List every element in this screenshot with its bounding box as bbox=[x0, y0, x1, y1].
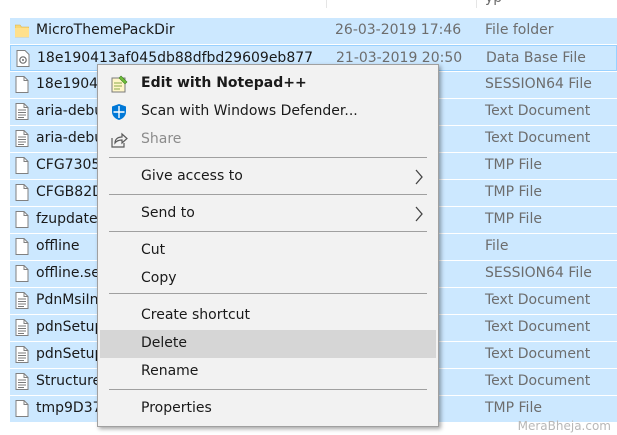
file-icon bbox=[15, 238, 29, 255]
folder-icon bbox=[14, 22, 30, 39]
file-name: tmp9D37 bbox=[36, 400, 102, 416]
database-file-icon bbox=[16, 50, 30, 67]
file-type: TMP File bbox=[485, 400, 542, 416]
menu-item-cut[interactable]: Cut bbox=[100, 237, 436, 265]
menu-item-give-access-to[interactable]: Give access to bbox=[100, 163, 436, 191]
type-header-partial: yp bbox=[485, 0, 502, 6]
menu-separator bbox=[109, 231, 427, 232]
file-name: offline.se bbox=[36, 265, 100, 281]
file-type: SESSION64 File bbox=[485, 76, 592, 92]
menu-item-send-to[interactable]: Send to bbox=[100, 200, 436, 228]
file-name: CFG7305. bbox=[36, 157, 105, 173]
watermark: MeraBheja.com bbox=[517, 419, 611, 433]
file-icon bbox=[15, 265, 29, 282]
file-name: PdnMsiIns bbox=[36, 292, 106, 308]
file-type: Text Document bbox=[485, 319, 591, 335]
file-type: File folder bbox=[485, 22, 554, 38]
file-type: TMP File bbox=[485, 184, 542, 200]
file-name: pdnSetup bbox=[36, 346, 104, 362]
file-icon bbox=[15, 184, 29, 201]
windows-defender-icon bbox=[110, 103, 128, 121]
text-document-icon bbox=[15, 103, 29, 120]
file-row[interactable]: MicroThemePackDir 26-03-2019 17:46 File fo… bbox=[10, 18, 617, 44]
menu-item-label: Properties bbox=[141, 400, 212, 416]
file-icon bbox=[15, 76, 29, 93]
column-divider bbox=[476, 0, 477, 8]
menu-separator bbox=[109, 194, 427, 195]
menu-item-label: Edit with Notepad++ bbox=[141, 75, 307, 91]
file-type: Text Document bbox=[485, 373, 591, 389]
menu-item-label: Give access to bbox=[141, 168, 243, 184]
column-divider bbox=[326, 0, 327, 8]
file-name: offline bbox=[36, 238, 80, 254]
menu-item-delete[interactable]: Delete bbox=[100, 330, 436, 358]
file-name: pdnSetup bbox=[36, 319, 104, 335]
file-name: CFGB82D bbox=[36, 184, 103, 200]
file-name: fzupdate_ bbox=[36, 211, 105, 227]
menu-item-edit-with-notepad[interactable]: Edit with Notepad++ bbox=[100, 70, 436, 98]
context-menu: Edit with Notepad++ Scan with Windows Def… bbox=[97, 64, 439, 427]
menu-item-create-shortcut[interactable]: Create shortcut bbox=[100, 302, 436, 330]
file-type: Text Document bbox=[485, 103, 591, 119]
menu-item-share[interactable]: Share bbox=[100, 126, 436, 154]
menu-separator bbox=[109, 389, 427, 390]
menu-item-label: Create shortcut bbox=[141, 307, 251, 323]
notepad-plus-plus-icon bbox=[110, 75, 128, 93]
file-type: Data Base File bbox=[486, 50, 586, 66]
menu-item-label: Cut bbox=[141, 242, 166, 258]
text-document-icon bbox=[15, 130, 29, 147]
chevron-right-icon bbox=[414, 169, 424, 185]
file-name: aria-debu bbox=[36, 130, 104, 146]
menu-item-label: Delete bbox=[141, 335, 187, 351]
text-document-icon bbox=[15, 292, 29, 309]
file-date-modified: 26-03-2019 17:46 bbox=[335, 22, 462, 38]
file-type: Text Document bbox=[485, 130, 591, 146]
text-document-icon bbox=[15, 319, 29, 336]
file-name: Structure bbox=[36, 373, 102, 389]
share-icon bbox=[110, 131, 128, 149]
menu-item-label: Send to bbox=[141, 205, 195, 221]
file-icon bbox=[15, 400, 29, 417]
file-icon bbox=[15, 157, 29, 174]
menu-separator bbox=[109, 293, 427, 294]
text-document-icon bbox=[15, 346, 29, 363]
file-name: MicroThemePackDir bbox=[36, 22, 175, 38]
file-type: Text Document bbox=[485, 346, 591, 362]
file-type: File bbox=[485, 238, 509, 254]
file-type: TMP File bbox=[485, 211, 542, 227]
menu-separator bbox=[109, 157, 427, 158]
menu-item-properties[interactable]: Properties bbox=[100, 395, 436, 423]
chevron-right-icon bbox=[414, 206, 424, 222]
file-type: SESSION64 File bbox=[485, 265, 592, 281]
menu-item-rename[interactable]: Rename bbox=[100, 358, 436, 386]
menu-item-label: Share bbox=[141, 131, 182, 147]
file-type: Text Document bbox=[485, 292, 591, 308]
file-type: TMP File bbox=[485, 157, 542, 173]
menu-item-label: Scan with Windows Defender... bbox=[141, 103, 358, 119]
file-name: aria-debu bbox=[36, 103, 104, 119]
menu-item-label: Copy bbox=[141, 270, 177, 286]
text-document-icon bbox=[15, 373, 29, 390]
menu-item-label: Rename bbox=[141, 363, 199, 379]
menu-item-scan-with-windows-defender[interactable]: Scan with Windows Defender... bbox=[100, 98, 436, 126]
file-icon bbox=[15, 211, 29, 228]
menu-item-copy[interactable]: Copy bbox=[100, 265, 436, 293]
